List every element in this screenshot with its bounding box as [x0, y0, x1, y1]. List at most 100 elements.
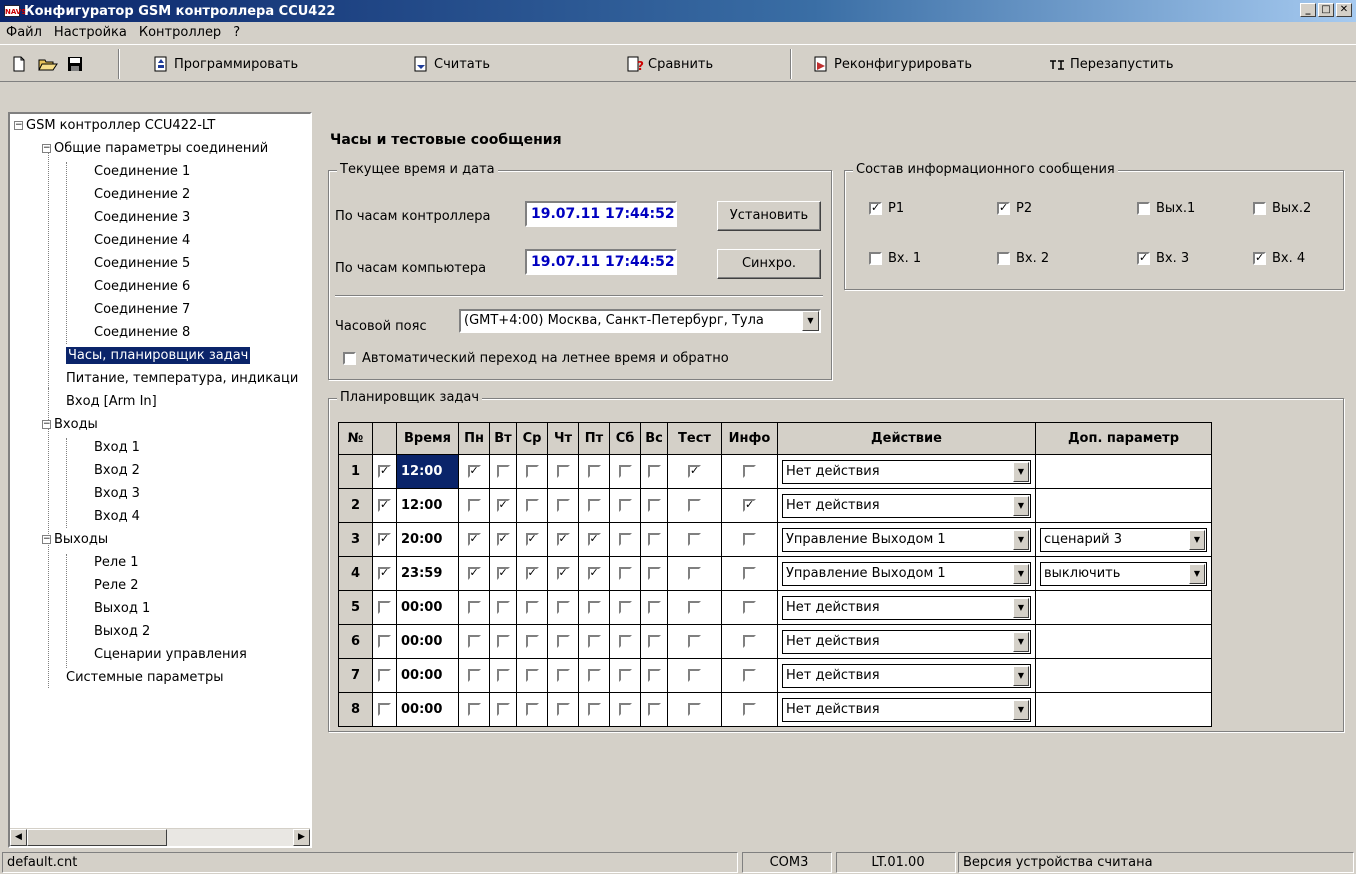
row-enabled-checkbox[interactable]: ✓	[378, 499, 391, 512]
row-enabled-checkbox[interactable]: ✓	[378, 533, 391, 546]
tree-item-relay-1[interactable]: Реле 1	[94, 551, 139, 574]
row-thu-checkbox[interactable]: ✓	[556, 533, 570, 546]
collapse-icon[interactable]: −	[42, 144, 51, 153]
row-info-checkbox[interactable]	[743, 635, 756, 648]
row-info-checkbox[interactable]	[743, 703, 756, 716]
row-wed-checkbox[interactable]: ✓	[525, 567, 539, 580]
row-test-checkbox[interactable]: ✓	[688, 465, 701, 478]
row-fri-checkbox[interactable]	[587, 669, 601, 682]
row-test-checkbox[interactable]	[688, 499, 701, 512]
row-sun-checkbox[interactable]	[647, 703, 661, 716]
row-enabled-checkbox[interactable]	[378, 703, 391, 716]
row-sun-checkbox[interactable]	[647, 533, 661, 546]
info-out2[interactable]: Вых.2	[1253, 201, 1311, 216]
chevron-down-icon[interactable]: ▼	[1013, 529, 1029, 550]
row-wed-checkbox[interactable]	[525, 601, 539, 614]
tree-item-inputs-group[interactable]: − Входы	[42, 413, 98, 436]
row-thu-checkbox[interactable]	[556, 499, 570, 512]
chevron-down-icon[interactable]: ▼	[1013, 631, 1029, 652]
tree-item-power[interactable]: Питание, температура, индикаци	[66, 367, 298, 390]
tree-horizontal-scrollbar[interactable]: ◀ ▶	[10, 828, 310, 846]
tree-item-connection-6[interactable]: Соединение 6	[94, 275, 190, 298]
program-button[interactable]: Программировать	[152, 53, 298, 75]
row-tue-checkbox[interactable]	[496, 669, 510, 682]
read-button[interactable]: Считать	[412, 53, 490, 75]
collapse-icon[interactable]: −	[14, 121, 23, 130]
row-thu-checkbox[interactable]: ✓	[556, 567, 570, 580]
info-out2-checkbox[interactable]	[1253, 202, 1266, 215]
row-action-select[interactable]: Нет действия ▼	[782, 663, 1031, 688]
row-wed-checkbox[interactable]	[525, 499, 539, 512]
tree-item-connection-4[interactable]: Соединение 4	[94, 229, 190, 252]
tree-item-clock[interactable]: Часы, планировщик задач	[66, 344, 251, 367]
row-wed-checkbox[interactable]	[525, 635, 539, 648]
info-in2[interactable]: Вх. 2	[997, 251, 1049, 266]
row-info-checkbox[interactable]	[743, 533, 756, 546]
info-p2[interactable]: ✓ P2	[997, 201, 1032, 216]
tree-item-connection-3[interactable]: Соединение 3	[94, 206, 190, 229]
row-sat-checkbox[interactable]	[618, 465, 632, 478]
row-wed-checkbox[interactable]	[525, 703, 539, 716]
info-in1[interactable]: Вх. 1	[869, 251, 921, 266]
menu-settings[interactable]: Настройка	[48, 25, 133, 40]
scroll-right-icon[interactable]: ▶	[293, 829, 310, 846]
info-p1[interactable]: ✓ P1	[869, 201, 904, 216]
tree-item-input-3[interactable]: Вход 3	[94, 482, 140, 505]
row-sat-checkbox[interactable]	[618, 567, 632, 580]
info-in3[interactable]: ✓ Вх. 3	[1137, 251, 1189, 266]
row-tue-checkbox[interactable]	[496, 465, 510, 478]
row-fri-checkbox[interactable]	[587, 635, 601, 648]
dst-checkbox-row[interactable]: Автоматический переход на летнее время и…	[343, 351, 729, 366]
row-mon-checkbox[interactable]: ✓	[467, 465, 481, 478]
info-in4-checkbox[interactable]: ✓	[1253, 252, 1266, 265]
row-action-select[interactable]: Нет действия ▼	[782, 493, 1031, 518]
save-file-button[interactable]	[66, 53, 84, 75]
row-time-cell[interactable]: 12:00	[396, 454, 459, 489]
row-thu-checkbox[interactable]	[556, 703, 570, 716]
tree-item-connection-1[interactable]: Соединение 1	[94, 160, 190, 183]
controller-time-field[interactable]: 19.07.11 17:44:52	[525, 201, 677, 227]
dst-checkbox[interactable]	[343, 352, 356, 365]
info-in2-checkbox[interactable]	[997, 252, 1010, 265]
collapse-icon[interactable]: −	[42, 420, 51, 429]
tree-item-output-2[interactable]: Выход 2	[94, 620, 150, 643]
row-param-select[interactable]: сценарий 3 ▼	[1040, 527, 1207, 552]
info-p2-checkbox[interactable]: ✓	[997, 202, 1010, 215]
row-tue-checkbox[interactable]	[496, 635, 510, 648]
chevron-down-icon[interactable]: ▼	[1013, 699, 1029, 720]
tree-item-input-1[interactable]: Вход 1	[94, 436, 140, 459]
set-time-button[interactable]: Установить	[717, 201, 821, 231]
tree-root[interactable]: − GSM контроллер CCU422-LT	[14, 114, 215, 137]
row-thu-checkbox[interactable]	[556, 635, 570, 648]
row-info-checkbox[interactable]	[743, 669, 756, 682]
menu-controller[interactable]: Контроллер	[133, 25, 227, 40]
maximize-button[interactable]: □	[1318, 3, 1334, 17]
row-tue-checkbox[interactable]: ✓	[496, 533, 510, 546]
tree-item-arm-in[interactable]: Вход [Arm In]	[66, 390, 157, 413]
close-button[interactable]: ✕	[1336, 3, 1352, 17]
chevron-down-icon[interactable]: ▼	[1013, 665, 1029, 686]
tree-item-connection-2[interactable]: Соединение 2	[94, 183, 190, 206]
tree-item-scenarios[interactable]: Сценарии управления	[94, 643, 247, 666]
row-action-select[interactable]: Нет действия ▼	[782, 697, 1031, 722]
sync-button[interactable]: Синхро.	[717, 249, 821, 279]
row-info-checkbox[interactable]	[743, 465, 756, 478]
chevron-down-icon[interactable]: ▼	[1013, 495, 1029, 516]
row-action-select[interactable]: Нет действия ▼	[782, 459, 1031, 484]
tree-item-connection-7[interactable]: Соединение 7	[94, 298, 190, 321]
row-info-checkbox[interactable]	[743, 601, 756, 614]
timezone-select[interactable]: (GMT+4:00) Москва, Санкт-Петербург, Тула…	[459, 309, 821, 333]
row-enabled-checkbox[interactable]	[378, 635, 391, 648]
row-fri-checkbox[interactable]	[587, 465, 601, 478]
tree-item-connections-group[interactable]: − Общие параметры соединений	[42, 137, 268, 160]
row-time-cell[interactable]: 23:59	[396, 556, 459, 591]
compare-button[interactable]: ? Сравнить	[626, 53, 713, 75]
info-out1-checkbox[interactable]	[1137, 202, 1150, 215]
open-file-button[interactable]	[38, 53, 58, 75]
info-in4[interactable]: ✓ Вх. 4	[1253, 251, 1305, 266]
row-enabled-checkbox[interactable]	[378, 601, 391, 614]
row-time-cell[interactable]: 20:00	[396, 522, 459, 557]
row-wed-checkbox[interactable]	[525, 465, 539, 478]
row-param-select[interactable]: выключить ▼	[1040, 561, 1207, 586]
row-action-select[interactable]: Управление Выходом 1 ▼	[782, 527, 1031, 552]
